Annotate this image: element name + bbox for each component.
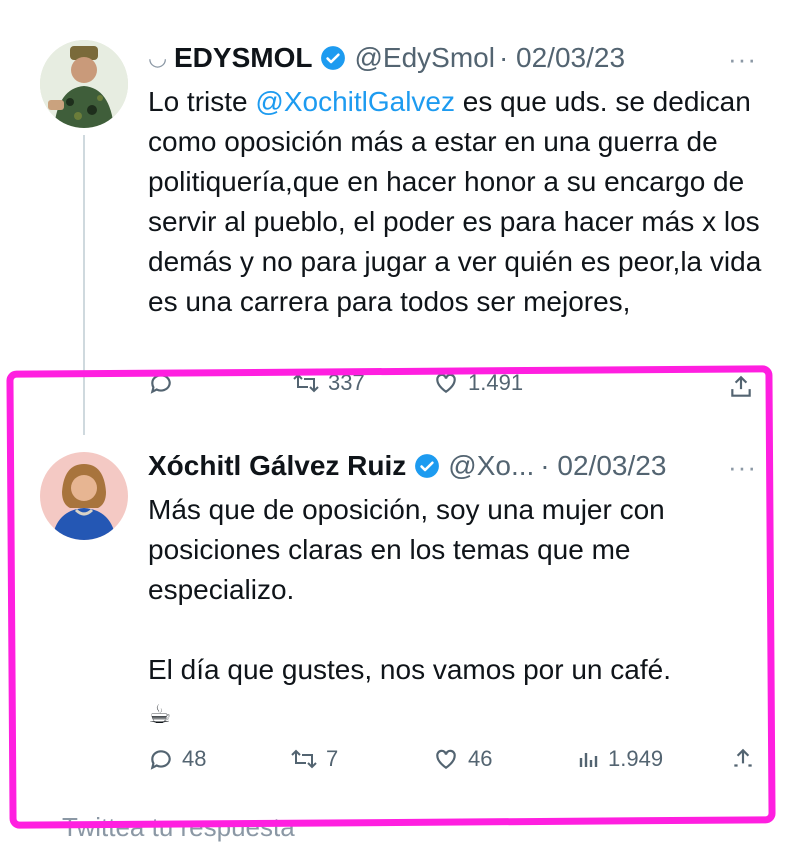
highlight-box bbox=[6, 365, 776, 829]
tweet1-more-icon[interactable]: ··· bbox=[728, 44, 757, 75]
tweet1-date[interactable]: · 02/03/23 bbox=[499, 42, 625, 74]
tweet1-text-start: Lo triste bbox=[148, 86, 256, 117]
verified-badge-icon bbox=[321, 46, 346, 70]
signal-icon: ◡ bbox=[148, 45, 168, 70]
tweet1-text: Lo triste @XochitlGalvez es que uds. se … bbox=[148, 82, 768, 322]
avatar-edysmol[interactable] bbox=[40, 40, 128, 128]
tweet1-header: ◡ EDYSMOL @EdySmol · 02/03/23 bbox=[148, 42, 625, 74]
mention-link[interactable]: @XochitlGalvez bbox=[255, 86, 455, 117]
tweet1-author-name[interactable]: EDYSMOL bbox=[174, 42, 312, 74]
tweet1-text-rest: es que uds. se dedican como oposición má… bbox=[148, 86, 762, 317]
tweet1-handle[interactable]: @EdySmol bbox=[354, 42, 494, 74]
